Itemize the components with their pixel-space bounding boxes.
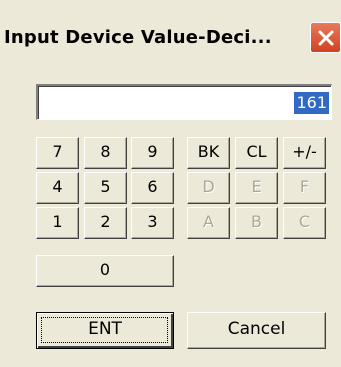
key-9[interactable]: 9 bbox=[131, 137, 174, 169]
enter-button[interactable]: ENT bbox=[36, 312, 174, 349]
value-display-field[interactable]: 161 bbox=[36, 84, 332, 120]
key-8[interactable]: 8 bbox=[84, 137, 127, 169]
key-1[interactable]: 1 bbox=[36, 207, 79, 239]
window-title: Input Device Value-Deci... bbox=[4, 27, 272, 48]
key-hex-a[interactable]: A bbox=[187, 207, 230, 239]
input-device-value-dialog: Input Device Value-Deci... 161 7 8 9 BK … bbox=[0, 0, 341, 367]
key-7[interactable]: 7 bbox=[36, 137, 79, 169]
key-hex-c[interactable]: C bbox=[283, 207, 326, 239]
sign-toggle-button[interactable]: +/- bbox=[283, 137, 326, 169]
backspace-button[interactable]: BK bbox=[187, 137, 230, 169]
display-value: 161 bbox=[294, 92, 329, 114]
key-0[interactable]: 0 bbox=[36, 255, 174, 287]
key-5[interactable]: 5 bbox=[84, 172, 127, 204]
close-button[interactable] bbox=[310, 22, 341, 53]
key-hex-d[interactable]: D bbox=[187, 172, 230, 204]
key-4[interactable]: 4 bbox=[36, 172, 79, 204]
key-6[interactable]: 6 bbox=[131, 172, 174, 204]
cancel-button[interactable]: Cancel bbox=[187, 312, 326, 349]
key-hex-f[interactable]: F bbox=[283, 172, 326, 204]
key-hex-b[interactable]: B bbox=[235, 207, 278, 239]
key-hex-e[interactable]: E bbox=[235, 172, 278, 204]
title-bar: Input Device Value-Deci... bbox=[0, 0, 341, 66]
clear-button[interactable]: CL bbox=[235, 137, 278, 169]
key-2[interactable]: 2 bbox=[84, 207, 127, 239]
close-icon bbox=[318, 30, 334, 46]
key-3[interactable]: 3 bbox=[131, 207, 174, 239]
